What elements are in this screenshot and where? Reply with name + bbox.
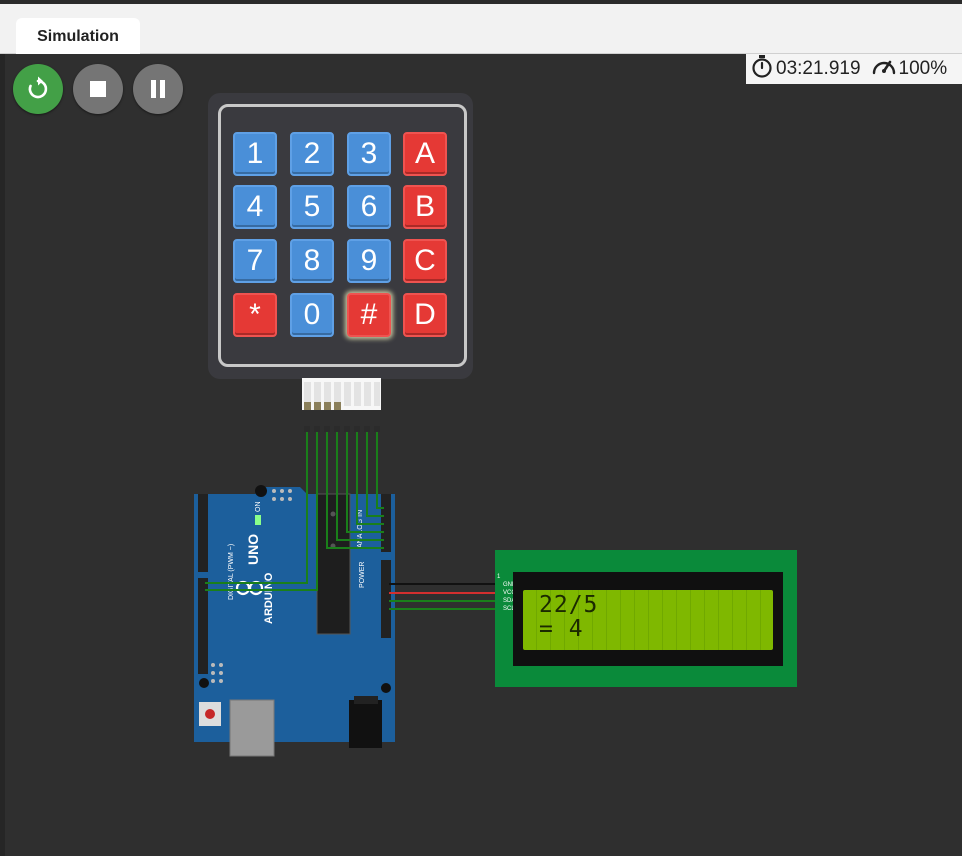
svg-text:DIGITAL (PWM ~): DIGITAL (PWM ~)	[228, 544, 235, 600]
svg-text:POWER: POWER	[359, 562, 366, 588]
arduino-uno-board[interactable]: UNO ARDUINO ON DIGITAL (PWM ~) ANALOG IN…	[0, 0, 962, 856]
lcd-display[interactable]: 1 GND VCC SDA SCL 22/5 = 4	[495, 550, 797, 687]
svg-text:ANALOG IN: ANALOG IN	[357, 510, 364, 548]
svg-text:ON: ON	[255, 502, 262, 513]
lcd-line-2: = 4	[539, 616, 584, 642]
lcd-bezel: 22/5 = 4	[513, 572, 783, 666]
lcd-line-1: 22/5	[539, 592, 599, 618]
svg-text:ARDUINO: ARDUINO	[263, 572, 275, 624]
lcd-screen: 22/5 = 4	[523, 590, 773, 650]
svg-text:UNO: UNO	[245, 534, 261, 565]
